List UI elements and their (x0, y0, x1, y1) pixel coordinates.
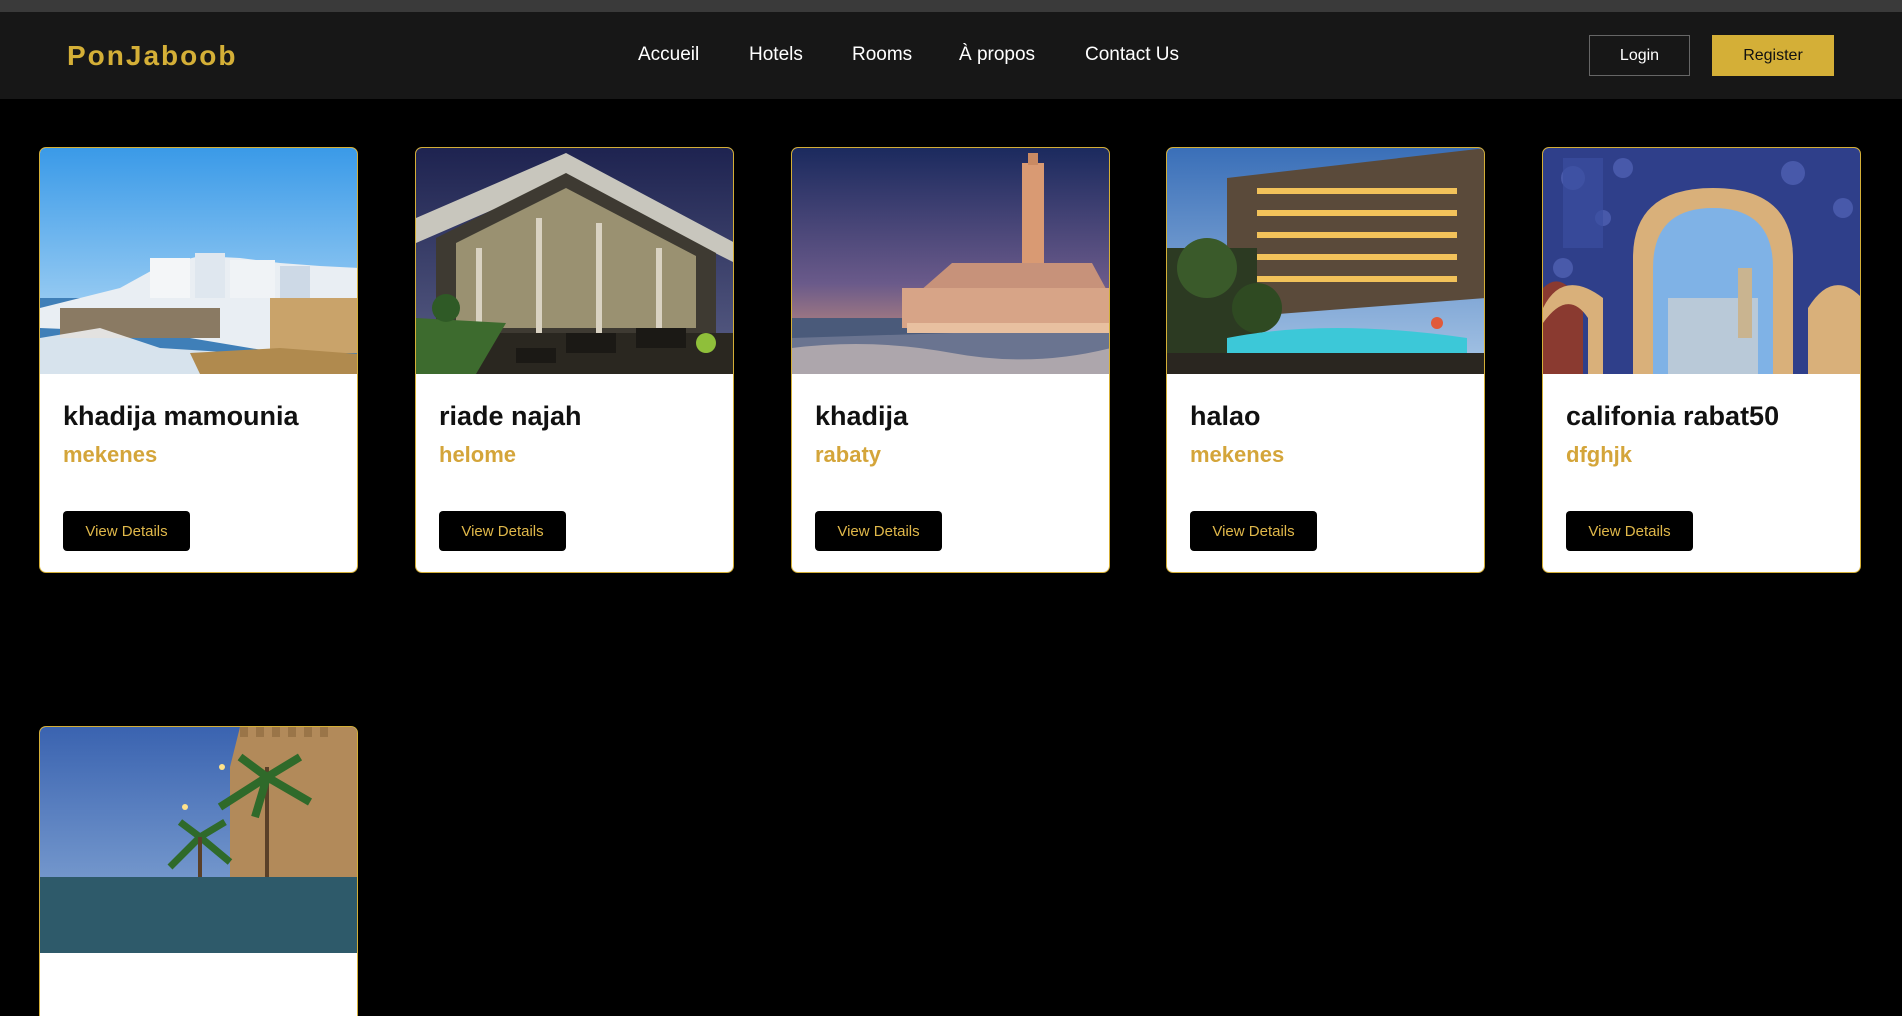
mosque-sunset-photo (792, 148, 1109, 374)
coastal-town-photo (40, 148, 357, 374)
view-details-button[interactable]: View Details (1190, 511, 1317, 551)
hotel-city: mekenes (63, 442, 158, 467)
nav-link-hotels[interactable]: Hotels (749, 44, 803, 66)
hotel-card: khadija mamounia mekenes View Details (39, 147, 358, 573)
nav-link-contact[interactable]: Contact Us (1085, 44, 1179, 66)
hotel-name: khadija (815, 401, 909, 431)
moroccan-gate-photo (1543, 148, 1860, 374)
hotel-card (39, 726, 358, 1016)
pavilion-terrace-photo (416, 148, 733, 374)
view-details-button[interactable]: View Details (63, 511, 190, 551)
hotel-city: rabaty (815, 442, 882, 467)
hotel-card: califonia rabat50 dfghjk View Details (1542, 147, 1861, 573)
view-details-button[interactable]: View Details (1566, 511, 1693, 551)
hotel-name: riade najah (439, 401, 582, 431)
hotel-card: halao mekenes View Details (1166, 147, 1485, 573)
resort-pool-photo (1167, 148, 1484, 374)
register-button[interactable]: Register (1712, 35, 1834, 76)
view-details-button[interactable]: View Details (439, 511, 566, 551)
nav-link-rooms[interactable]: Rooms (852, 44, 912, 66)
login-button[interactable]: Login (1589, 35, 1690, 76)
hotel-name: halao (1190, 401, 1261, 431)
browser-top-strip (0, 0, 1902, 12)
hotel-card: riade najah helome View Details (415, 147, 734, 573)
view-details-button[interactable]: View Details (815, 511, 942, 551)
hotel-city: mekenes (1190, 442, 1285, 467)
hotel-city: helome (439, 442, 517, 467)
hotel-name: khadija mamounia (63, 401, 299, 431)
hotel-name: califonia rabat50 (1566, 401, 1780, 431)
hotel-city: dfghjk (1566, 442, 1632, 467)
nav-link-accueil[interactable]: Accueil (638, 44, 699, 66)
site-logo[interactable]: PonJaboob (67, 40, 237, 72)
nav-link-a-propos[interactable]: À propos (959, 44, 1035, 66)
navbar: PonJaboob Accueil Hotels Rooms À propos … (0, 12, 1902, 99)
palm-kasbah-photo (40, 727, 357, 953)
hotel-card: khadija rabaty View Details (791, 147, 1110, 573)
